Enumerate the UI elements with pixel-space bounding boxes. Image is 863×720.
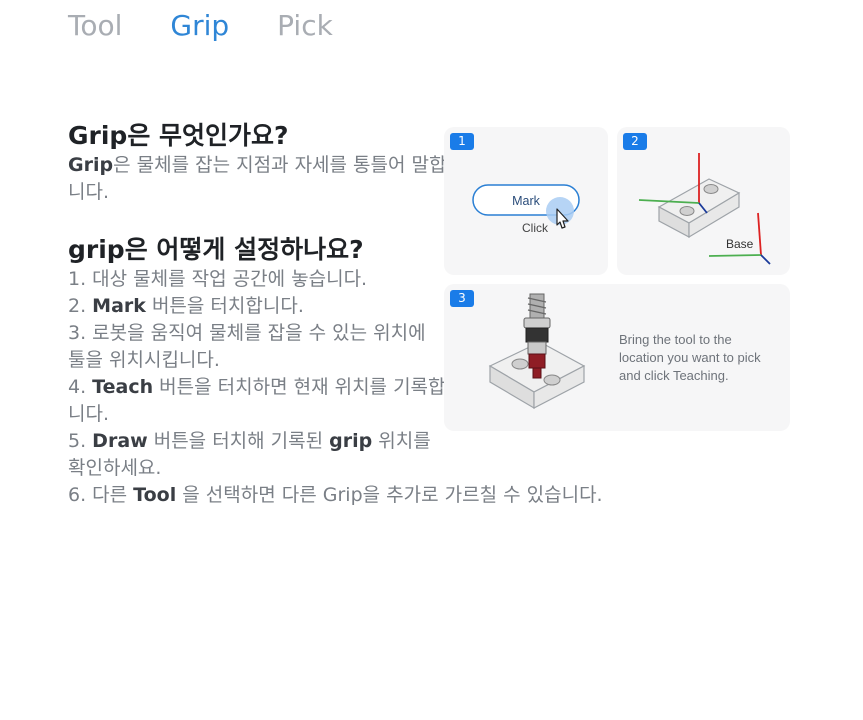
help-content: Grip은 무엇인가요? Grip은 물체를 잡는 지점과 자세를 통틀어 말합… [68, 120, 603, 509]
step-text: 6. 다른 [68, 484, 134, 506]
step-keyword: Mark [92, 295, 146, 317]
section-title-how: grip은 어떻게 설정하나요? [68, 235, 364, 264]
step-keyword: Teach [92, 376, 154, 398]
step-text: 버튼을 터치해 기록된 [147, 430, 330, 452]
teaching-caption: Bring the tool to the location you want … [619, 331, 761, 385]
step-keyword: Tool [133, 484, 177, 506]
step-keyword: Draw [92, 430, 148, 452]
step-text: 5. [68, 430, 93, 452]
mark-button-illustration: Mark Click [472, 184, 580, 235]
section-body-what: Grip은 물체를 잡는 지점과 자세를 통틀어 말합니다. [68, 152, 448, 206]
caption-line: Bring the tool to the [619, 332, 732, 347]
base-label: Base [726, 237, 754, 251]
step-keyword: grip [329, 430, 373, 452]
tab-pick[interactable]: Pick [277, 8, 333, 44]
step-text: 2. [68, 295, 93, 317]
illustration-step-3: 3 Bring the tool to the location you wan… [444, 284, 790, 431]
step-text: 3. 로봇을 움직여 물체를 잡을 수 있는 위치에 툴을 위치시킵니다. [68, 322, 426, 371]
click-label: Click [522, 221, 549, 235]
tab-tool[interactable]: Tool [68, 8, 122, 44]
step-text: 을 선택하면 다른 Grip을 추가로 가르칠 수 있습니다. [176, 484, 603, 506]
tool-teaching-illustration [488, 293, 586, 410]
step-5: 5. Draw 버튼을 터치해 기록된 grip 위치를 확인하세요. [68, 428, 448, 482]
step-3: 3. 로봇을 움직여 물체를 잡을 수 있는 위치에 툴을 위치시킵니다. [68, 320, 448, 374]
base-axis-illustration: Base [638, 153, 771, 265]
section-title-what: Grip은 무엇인가요? [68, 120, 448, 152]
illustration-step-1: 1 Mark Click [444, 127, 608, 275]
tab-grip[interactable]: Grip [170, 8, 229, 44]
illustration-step-2: 2 Base [617, 127, 790, 275]
body-grip-word: Grip [68, 154, 114, 176]
step-2: 2. Mark 버튼을 터치합니다. [68, 293, 448, 320]
mark-label: Mark [512, 194, 541, 208]
step-6: 6. 다른 Tool 을 선택하면 다른 Grip을 추가로 가르칠 수 있습니… [68, 482, 603, 509]
step-4: 4. Teach 버튼을 터치하면 현재 위치를 기록합니다. [68, 374, 448, 428]
step-text: 버튼을 터치합니다. [145, 295, 304, 317]
step-1: 1. 대상 물체를 작업 공간에 놓습니다. [68, 266, 448, 293]
title-what-rest: 은 무엇인가요? [127, 121, 289, 150]
step-text: 1. 대상 물체를 작업 공간에 놓습니다. [68, 268, 368, 290]
tab-bar: Tool Grip Pick [68, 8, 333, 44]
caption-line: location you want to pick [619, 350, 761, 365]
caption-line: and click Teaching. [619, 368, 729, 383]
title-grip-word: Grip [68, 121, 128, 150]
body-what-rest: 은 물체를 잡는 지점과 자세를 통틀어 말합니다. [68, 154, 447, 203]
step-text: 4. [68, 376, 93, 398]
